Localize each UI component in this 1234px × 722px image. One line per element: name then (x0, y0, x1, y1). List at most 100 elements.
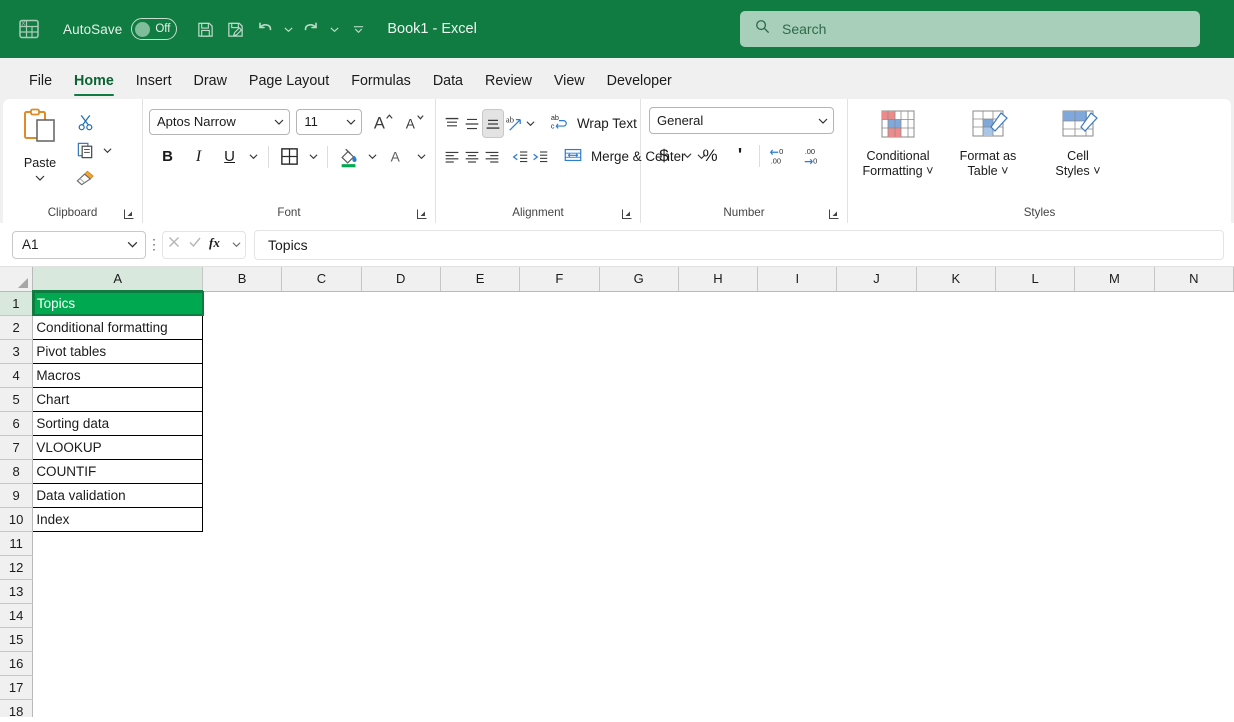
name-box[interactable]: A1 (12, 230, 146, 259)
cell-b17[interactable] (202, 675, 283, 700)
align-left-icon[interactable] (442, 142, 462, 171)
cell-h14[interactable] (678, 603, 759, 628)
cell-g12[interactable] (599, 555, 679, 580)
cell-n7[interactable] (1154, 435, 1234, 460)
cell-m8[interactable] (1074, 459, 1155, 484)
format-painter-brush-icon[interactable] (71, 165, 99, 191)
cell-a6[interactable]: Sorting data (32, 410, 203, 436)
cell-n11[interactable] (1154, 531, 1234, 556)
cell-d16[interactable] (361, 651, 441, 676)
cell-j2[interactable] (836, 315, 917, 340)
cell-a18[interactable] (32, 699, 203, 717)
undo-dropdown-chevron-down-icon[interactable] (281, 15, 295, 43)
decrease-indent-icon[interactable] (510, 142, 530, 171)
cell-k10[interactable] (916, 507, 996, 532)
cell-c2[interactable] (281, 315, 362, 340)
cell-l9[interactable] (995, 483, 1076, 508)
cell-d17[interactable] (361, 675, 441, 700)
cell-k8[interactable] (916, 459, 996, 484)
cell-h5[interactable] (678, 387, 759, 412)
cell-n8[interactable] (1154, 459, 1234, 484)
cell-h10[interactable] (678, 507, 759, 532)
cell-c5[interactable] (281, 387, 362, 412)
wrap-text-button[interactable]: ab c Wrap Text (544, 109, 645, 138)
cell-i1[interactable] (757, 291, 838, 316)
cell-k17[interactable] (916, 675, 996, 700)
cell-e6[interactable] (440, 411, 521, 436)
align-middle-icon[interactable] (462, 109, 482, 138)
column-header-a[interactable]: A (32, 267, 203, 292)
cell-d18[interactable] (361, 699, 441, 717)
cell-f11[interactable] (519, 531, 600, 556)
copy-dropdown-chevron-down-icon[interactable] (99, 136, 115, 165)
row-header-6[interactable]: 6 (0, 411, 34, 436)
cell-a15[interactable] (32, 627, 203, 652)
cell-l4[interactable] (995, 363, 1076, 388)
row-header-3[interactable]: 3 (0, 339, 34, 364)
cell-m18[interactable] (1074, 699, 1155, 717)
customize-quick-access-toolbar-icon[interactable] (351, 15, 365, 43)
cell-e17[interactable] (440, 675, 521, 700)
column-header-l[interactable]: L (995, 267, 1076, 292)
cell-f18[interactable] (519, 699, 600, 717)
chevron-down-icon[interactable]: ˅ (1093, 164, 1100, 178)
cell-f1[interactable] (519, 291, 600, 316)
cell-i14[interactable] (757, 603, 838, 628)
number-format-select[interactable]: General (649, 107, 834, 134)
cell-a2[interactable]: Conditional formatting (32, 314, 203, 340)
cell-i16[interactable] (757, 651, 838, 676)
cell-a13[interactable] (32, 579, 203, 604)
cell-i13[interactable] (757, 579, 838, 604)
chevron-down-icon[interactable]: ˅ (1001, 164, 1008, 178)
cell-f4[interactable] (519, 363, 600, 388)
cell-b16[interactable] (202, 651, 283, 676)
save-icon[interactable] (191, 15, 219, 43)
cell-n4[interactable] (1154, 363, 1234, 388)
undo-icon[interactable] (251, 15, 279, 43)
cell-m6[interactable] (1074, 411, 1155, 436)
cell-g1[interactable] (599, 291, 679, 316)
cell-i2[interactable] (757, 315, 838, 340)
cell-l2[interactable] (995, 315, 1076, 340)
row-header-14[interactable]: 14 (0, 603, 34, 628)
font-size-select[interactable]: 11 (296, 108, 362, 135)
cell-k6[interactable] (916, 411, 996, 436)
cell-h13[interactable] (678, 579, 759, 604)
cell-j7[interactable] (836, 435, 917, 460)
cell-i12[interactable] (757, 555, 838, 580)
cell-j6[interactable] (836, 411, 917, 436)
cell-d14[interactable] (361, 603, 441, 628)
cell-k4[interactable] (916, 363, 996, 388)
cell-g16[interactable] (599, 651, 679, 676)
cell-g13[interactable] (599, 579, 679, 604)
cell-b1[interactable] (202, 291, 283, 316)
number-dialog-launcher-icon[interactable] (828, 207, 840, 219)
cut-scissors-icon[interactable] (71, 109, 99, 135)
cell-i17[interactable] (757, 675, 838, 700)
text-orientation-icon[interactable]: ab (504, 109, 525, 138)
increase-indent-icon[interactable] (530, 142, 550, 171)
cell-i9[interactable] (757, 483, 838, 508)
decrease-decimal-icon[interactable]: .00 0 (798, 141, 832, 170)
underline-button[interactable]: U (215, 142, 244, 171)
percent-style-button[interactable]: % (695, 141, 725, 170)
align-right-icon[interactable] (482, 142, 502, 171)
cell-n1[interactable] (1154, 291, 1234, 316)
cell-c10[interactable] (281, 507, 362, 532)
cell-l6[interactable] (995, 411, 1076, 436)
conditional-formatting-button[interactable]: Conditional Formatting ˅ (854, 105, 942, 201)
underline-dropdown-chevron-down-icon[interactable] (246, 142, 261, 171)
cell-m11[interactable] (1074, 531, 1155, 556)
cell-c9[interactable] (281, 483, 362, 508)
cell-m9[interactable] (1074, 483, 1155, 508)
cell-j16[interactable] (836, 651, 917, 676)
cell-f14[interactable] (519, 603, 600, 628)
cell-c11[interactable] (281, 531, 362, 556)
cell-f5[interactable] (519, 387, 600, 412)
cell-n17[interactable] (1154, 675, 1234, 700)
decrease-font-size-icon[interactable]: A (399, 107, 429, 136)
align-bottom-icon[interactable] (482, 109, 504, 138)
row-header-15[interactable]: 15 (0, 627, 34, 652)
cell-l11[interactable] (995, 531, 1076, 556)
cell-f16[interactable] (519, 651, 600, 676)
